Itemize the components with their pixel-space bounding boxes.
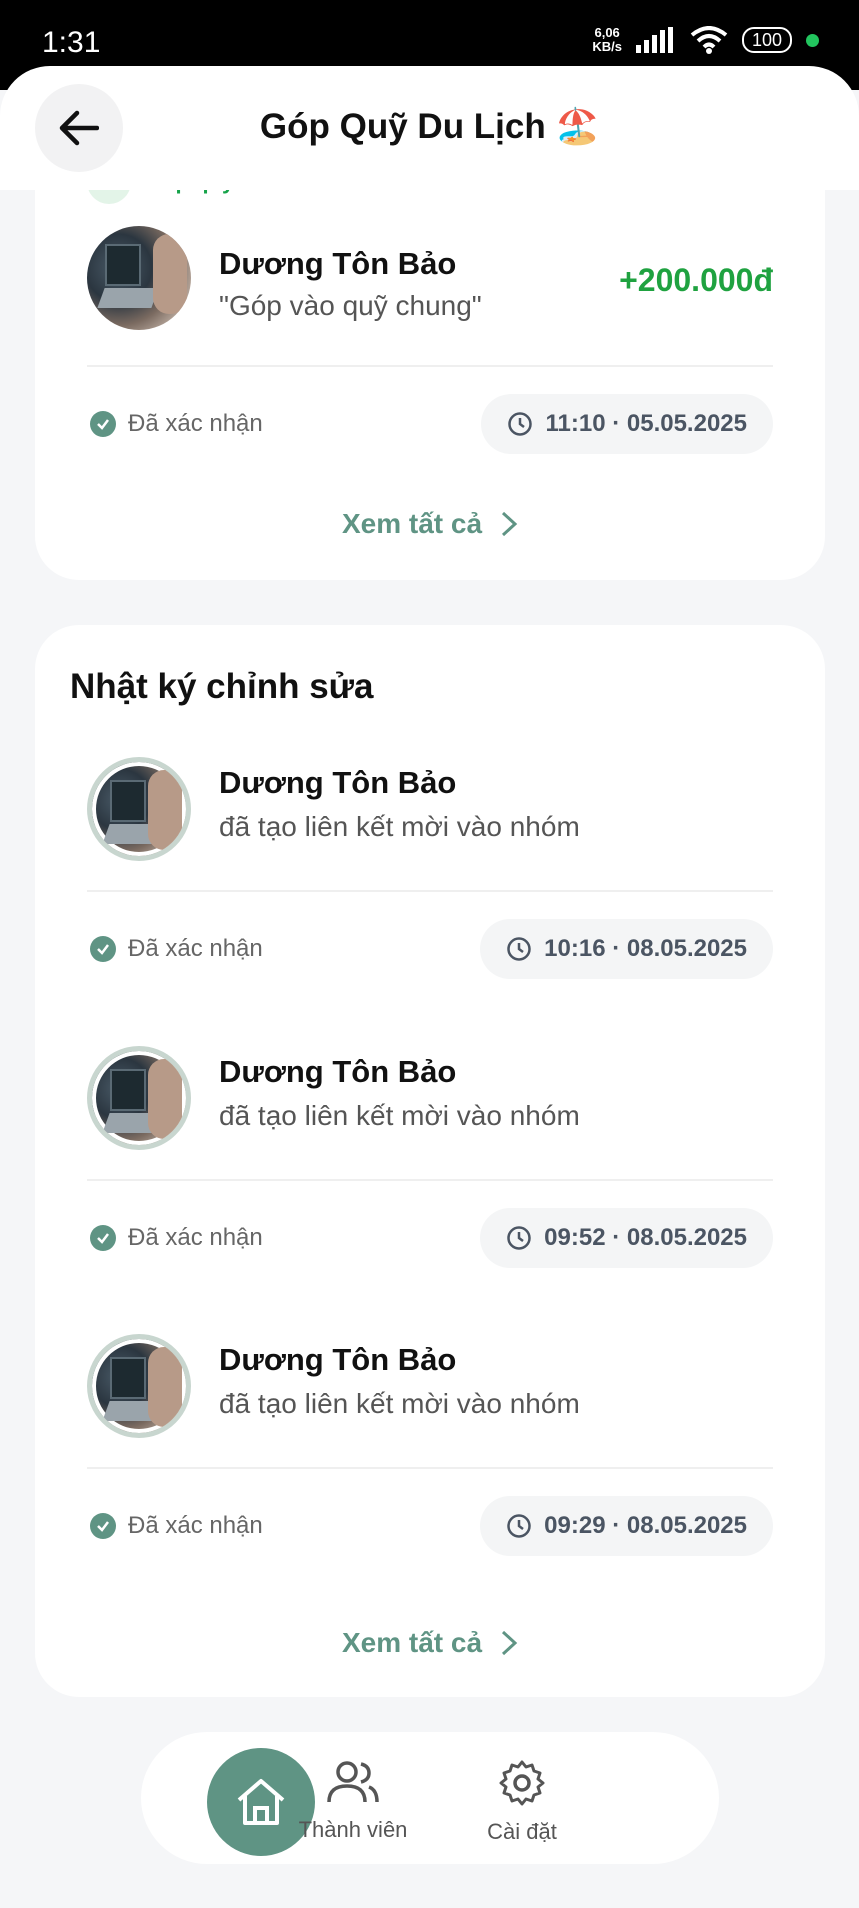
timestamp: 09:52 · 08.05.2025: [544, 1224, 747, 1251]
log-user-name: Dương Tôn Bảo: [219, 1054, 457, 1089]
status-confirmed: Đã xác nhận: [90, 1512, 263, 1540]
check-circle-icon: [90, 936, 116, 962]
nav-members-button[interactable]: Thành viên: [283, 1758, 423, 1843]
log-user-name: Dương Tôn Bảo: [219, 765, 457, 800]
timestamp-pill: 11:10 · 05.05.2025: [481, 394, 773, 454]
status-text: Đã xác nhận: [128, 1512, 263, 1539]
avatar: [87, 226, 191, 330]
see-all-label: Xem tất cả: [341, 508, 483, 539]
edit-log-card: Nhật ký chỉnh sửa Dương Tôn Bảo đã tạo l…: [35, 625, 825, 1697]
wifi-icon: [690, 26, 728, 54]
nav-members-label: Thành viên: [298, 1817, 408, 1842]
timestamp-pill: 09:29 · 08.05.2025: [480, 1496, 773, 1556]
timestamp-pill: 10:16 · 08.05.2025: [480, 919, 773, 979]
avatar: [87, 1046, 191, 1150]
status-icons: 6,06 KB/s 100: [592, 26, 819, 54]
status-confirmed: Đã xác nhận: [90, 1224, 263, 1252]
check-circle-icon: [90, 1513, 116, 1539]
page-title: Góp Quỹ Du Lịch 🏖️: [259, 107, 600, 146]
check-circle-icon: [90, 411, 116, 437]
avatar: [87, 1334, 191, 1438]
chevron-right-icon: [502, 511, 518, 537]
edit-log-title: Nhật ký chỉnh sửa: [70, 667, 374, 706]
see-all-log-button[interactable]: Xem tất cả: [35, 1627, 825, 1659]
status-text: Đã xác nhận: [128, 1224, 263, 1251]
nav-settings-button[interactable]: Cài đặt: [452, 1758, 592, 1845]
network-speed-unit: KB/s: [592, 39, 622, 54]
network-speed: 6,06 KB/s: [592, 26, 622, 54]
contributions-card: Góp quỹ Dương Tôn Bảo "Góp vào quỹ chung…: [35, 150, 825, 580]
divider: [87, 1467, 773, 1469]
timestamp: 11:10 · 05.05.2025: [545, 410, 747, 437]
status-text: Đã xác nhận: [128, 935, 263, 962]
network-speed-value: 6,06: [594, 25, 620, 40]
clock-icon: [507, 937, 531, 961]
divider: [87, 890, 773, 892]
clock-icon: [507, 1226, 531, 1250]
log-action: đã tạo liên kết mời vào nhóm: [219, 1100, 580, 1131]
signal-icon: [635, 27, 673, 53]
divider: [87, 365, 773, 367]
see-all-contributions-button[interactable]: Xem tất cả: [35, 508, 825, 540]
status-confirmed: Đã xác nhận: [90, 410, 263, 438]
timestamp: 10:16 · 08.05.2025: [544, 935, 747, 962]
log-user-name: Dương Tôn Bảo: [219, 1342, 457, 1377]
status-text: Đã xác nhận: [128, 410, 263, 437]
contribution-note: "Góp vào quỹ chung": [219, 290, 482, 321]
contribution-amount: +200.000đ: [619, 262, 773, 298]
app-header: Góp Quỹ Du Lịch 🏖️: [0, 66, 859, 190]
avatar: [87, 757, 191, 861]
divider: [87, 1179, 773, 1181]
bottom-nav: Thành viên Cài đặt: [141, 1732, 719, 1864]
users-icon: [327, 1761, 379, 1803]
contributor-name: Dương Tôn Bảo: [219, 246, 457, 281]
status-confirmed: Đã xác nhận: [90, 935, 263, 963]
clock-icon: [507, 1514, 531, 1538]
log-action: đã tạo liên kết mời vào nhóm: [219, 1388, 580, 1419]
timestamp-pill: 09:52 · 08.05.2025: [480, 1208, 773, 1268]
check-circle-icon: [90, 1225, 116, 1251]
gear-icon: [499, 1760, 545, 1806]
status-time: 1:31: [42, 26, 101, 59]
see-all-label: Xem tất cả: [341, 1627, 483, 1658]
clock-icon: [508, 412, 533, 436]
camera-dot: [806, 33, 819, 47]
chevron-right-icon: [502, 1630, 518, 1656]
battery-indicator: 100: [741, 27, 792, 53]
home-icon: [237, 1779, 285, 1825]
nav-settings-label: Cài đặt: [487, 1819, 557, 1844]
log-action: đã tạo liên kết mời vào nhóm: [219, 811, 580, 842]
timestamp: 09:29 · 08.05.2025: [544, 1512, 747, 1539]
